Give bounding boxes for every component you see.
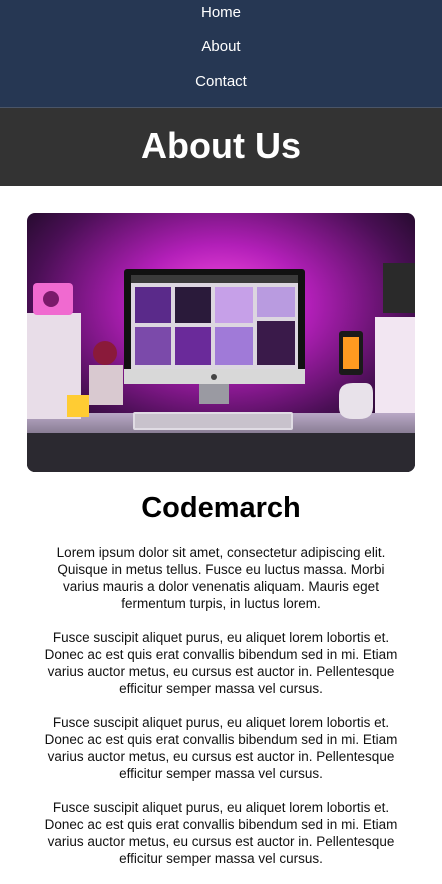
desk-setup-photo [27, 213, 415, 472]
nav-link-about[interactable]: About [0, 37, 442, 57]
about-content: Lorem ipsum dolor sit amet, consectetur … [38, 544, 404, 884]
top-navigation: Home About Contact [0, 0, 442, 108]
paragraph: Fusce suscipit aliquet purus, eu aliquet… [44, 715, 398, 781]
nav-link-home[interactable]: Home [0, 3, 442, 23]
paragraph: Fusce suscipit aliquet purus, eu aliquet… [44, 800, 398, 866]
page-title: About Us [141, 125, 301, 166]
section-title: Codemarch [141, 492, 301, 524]
paragraph: Fusce suscipit aliquet purus, eu aliquet… [44, 630, 398, 696]
nav-link-contact[interactable]: Contact [0, 72, 442, 92]
page-header-banner: About Us [0, 108, 442, 186]
paragraph: Lorem ipsum dolor sit amet, consectetur … [56, 545, 386, 611]
